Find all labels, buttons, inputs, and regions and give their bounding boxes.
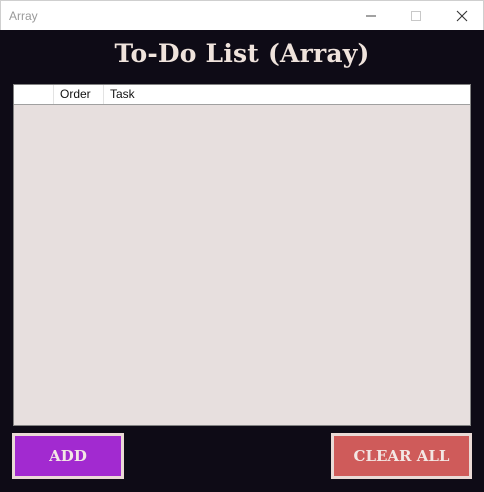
maximize-button[interactable] (393, 1, 439, 31)
close-icon (456, 10, 468, 22)
maximize-icon (411, 11, 421, 21)
window-titlebar[interactable]: Array (0, 0, 484, 30)
column-header-blank[interactable] (14, 85, 54, 104)
minimize-icon (366, 15, 376, 17)
list-header: Order Task (14, 85, 470, 105)
window-title: Array (9, 9, 38, 23)
form-client-area: To-Do List (Array) Order Task ADD CLEAR … (0, 30, 484, 492)
page-title: To-Do List (Array) (114, 39, 370, 68)
add-button[interactable]: ADD (12, 433, 124, 479)
minimize-button[interactable] (348, 1, 394, 31)
task-list-view[interactable]: Order Task (13, 84, 471, 426)
column-header-order[interactable]: Order (54, 85, 104, 104)
close-button[interactable] (439, 1, 484, 31)
clear-all-button[interactable]: CLEAR ALL (331, 433, 472, 479)
column-header-task[interactable]: Task (104, 85, 470, 104)
